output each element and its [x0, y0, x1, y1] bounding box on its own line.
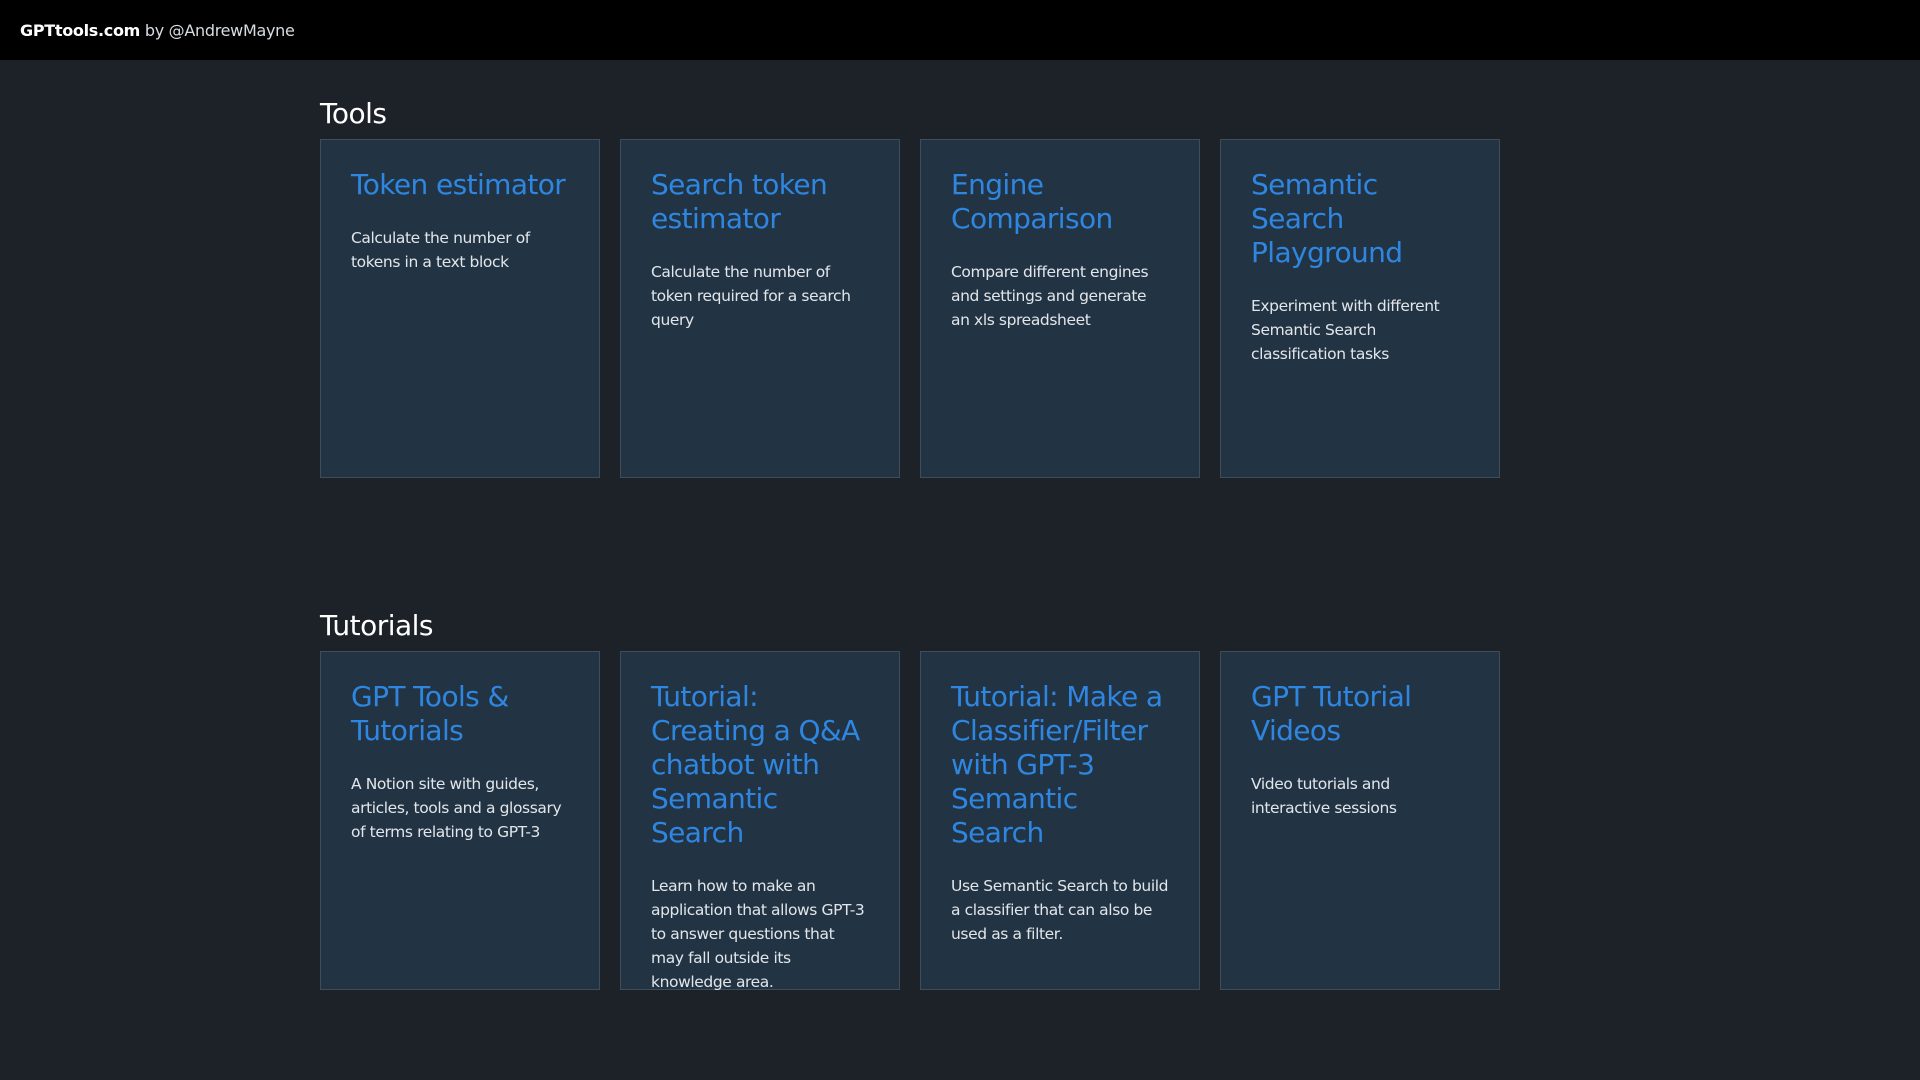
card-description: Calculate the number of token required f…	[651, 263, 851, 329]
tutorial-card-gpt-tools-tutorials[interactable]: GPT Tools & Tutorials A Notion site with…	[320, 651, 600, 990]
card-title[interactable]: Engine Comparison	[951, 168, 1169, 236]
card-description: Calculate the number of tokens in a text…	[351, 229, 530, 271]
tutorial-card-tutorial-videos[interactable]: GPT Tutorial Videos Video tutorials and …	[1220, 651, 1500, 990]
card-title[interactable]: GPT Tools & Tutorials	[351, 680, 569, 748]
card-description: Experiment with different Semantic Searc…	[1251, 297, 1440, 363]
site-name: GPTtools.com	[20, 20, 141, 40]
tool-card-search-token-estimator[interactable]: Search token estimator Calculate the num…	[620, 139, 900, 478]
tool-card-semantic-search-playground[interactable]: Semantic Search Playground Experiment wi…	[1220, 139, 1500, 478]
card-title[interactable]: Tutorial: Creating a Q&A chatbot with Se…	[651, 680, 869, 850]
tools-card-grid: Token estimator Calculate the number of …	[320, 139, 1500, 478]
tools-section-title: Tools	[320, 97, 387, 130]
tutorial-card-qa-chatbot[interactable]: Tutorial: Creating a Q&A chatbot with Se…	[620, 651, 900, 991]
top-navbar: GPTtools.com by @AndrewMayne	[0, 0, 1920, 60]
card-title[interactable]: Tutorial: Make a Classifier/Filter with …	[951, 680, 1169, 850]
card-description: Video tutorials and interactive sessions	[1251, 775, 1397, 817]
tutorials-card-grid: GPT Tools & Tutorials A Notion site with…	[320, 651, 1500, 991]
card-title[interactable]: GPT Tutorial Videos	[1251, 680, 1469, 748]
tools-section: Tools Token estimator Calculate the numb…	[320, 98, 1500, 478]
card-description: A Notion site with guides, articles, too…	[351, 775, 562, 841]
card-title[interactable]: Token estimator	[351, 168, 569, 202]
card-description: Compare different engines and settings a…	[951, 263, 1149, 329]
tutorial-card-classifier-filter[interactable]: Tutorial: Make a Classifier/Filter with …	[920, 651, 1200, 990]
card-title[interactable]: Semantic Search Playground	[1251, 168, 1469, 270]
site-byline: by @AndrewMayne	[144, 20, 295, 40]
tool-card-engine-comparison[interactable]: Engine Comparison Compare different engi…	[920, 139, 1200, 478]
tool-card-token-estimator[interactable]: Token estimator Calculate the number of …	[320, 139, 600, 478]
tutorials-section-title: Tutorials	[320, 609, 434, 642]
site-brand-link[interactable]: GPTtools.com by @AndrewMayne	[20, 21, 295, 40]
card-title[interactable]: Search token estimator	[651, 168, 869, 236]
tutorials-section: Tutorials GPT Tools & Tutorials A Notion…	[320, 609, 1500, 991]
card-description: Use Semantic Search to build a classifie…	[951, 877, 1169, 943]
card-description: Learn how to make an application that al…	[651, 877, 865, 991]
